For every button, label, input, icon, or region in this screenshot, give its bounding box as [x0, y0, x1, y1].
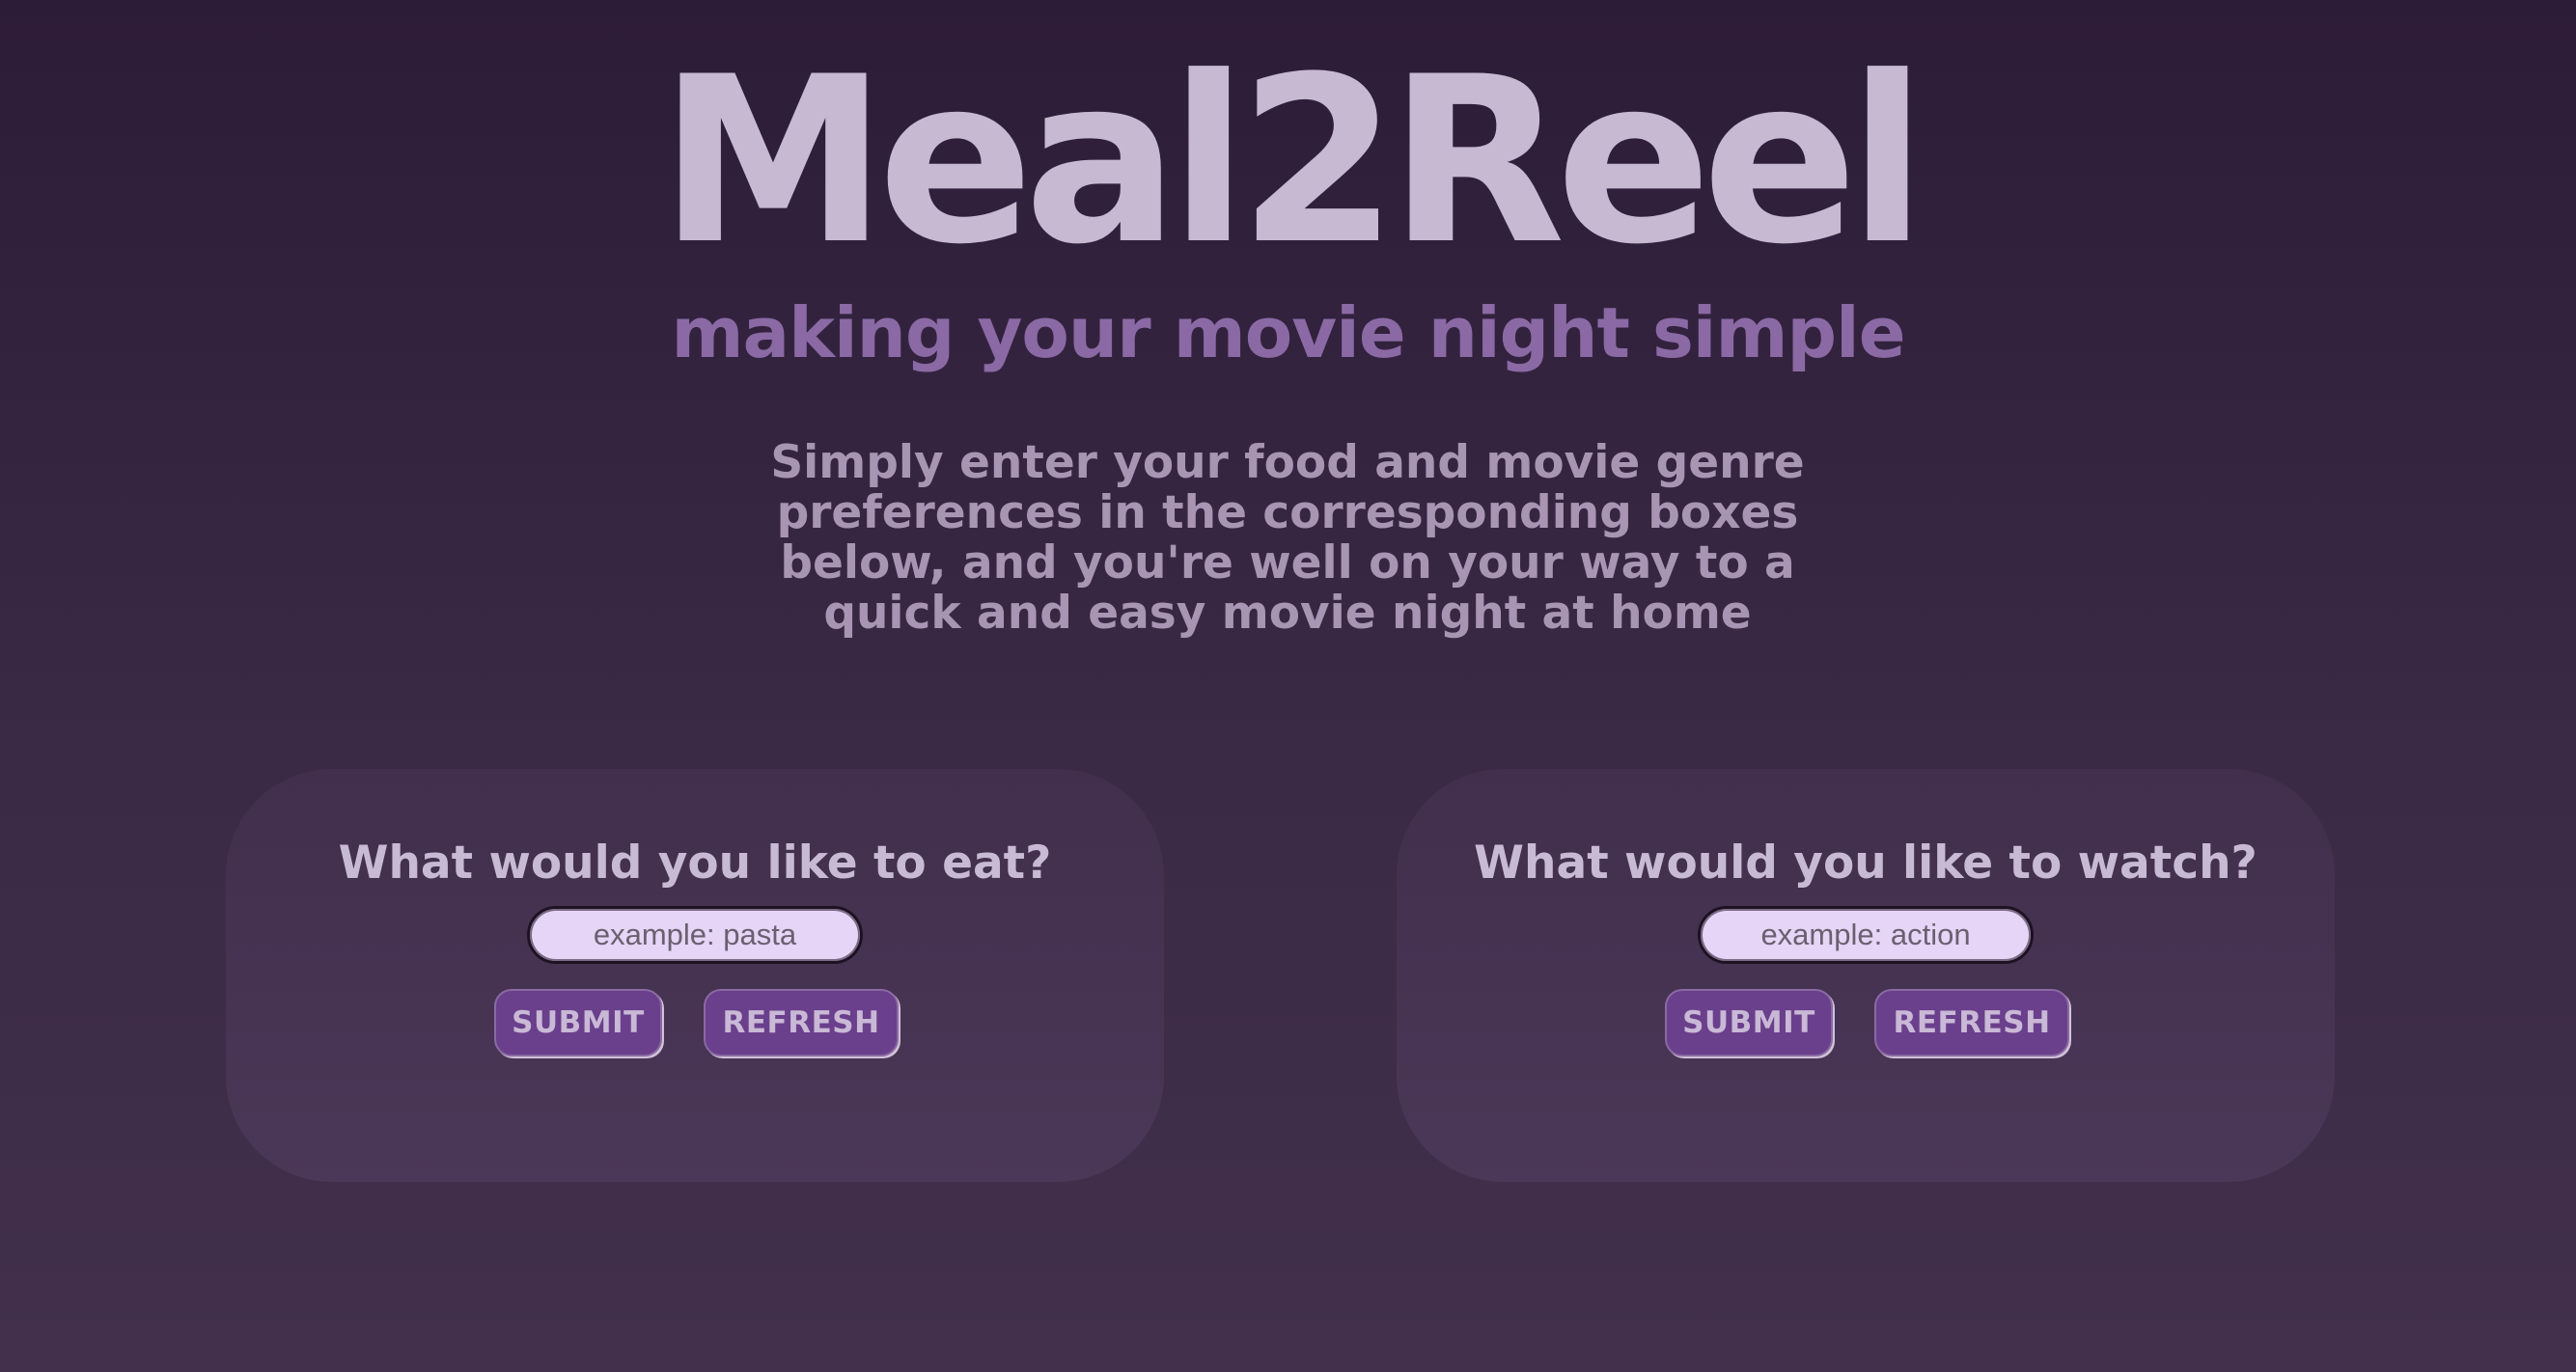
food-card: What would you like to eat? SUBMIT REFRE…: [226, 769, 1164, 1182]
intro-text: Simply enter your food and movie genre p…: [770, 436, 1805, 640]
movie-genre-input[interactable]: [1698, 906, 2034, 964]
food-refresh-button[interactable]: REFRESH: [704, 989, 899, 1056]
movie-refresh-button[interactable]: REFRESH: [1874, 989, 2069, 1056]
food-input[interactable]: [527, 906, 863, 964]
movie-card: What would you like to watch? SUBMIT REF…: [1397, 769, 2335, 1182]
movie-question: What would you like to watch?: [1474, 837, 2257, 890]
movie-submit-button[interactable]: SUBMIT: [1665, 989, 1833, 1056]
page: Meal2Reel making your movie night simple…: [0, 0, 2576, 1372]
food-question: What would you like to eat?: [338, 837, 1052, 890]
food-submit-button[interactable]: SUBMIT: [494, 989, 662, 1056]
page-subtitle: making your movie night simple: [671, 292, 1905, 373]
page-title: Meal2Reel: [658, 28, 1927, 295]
